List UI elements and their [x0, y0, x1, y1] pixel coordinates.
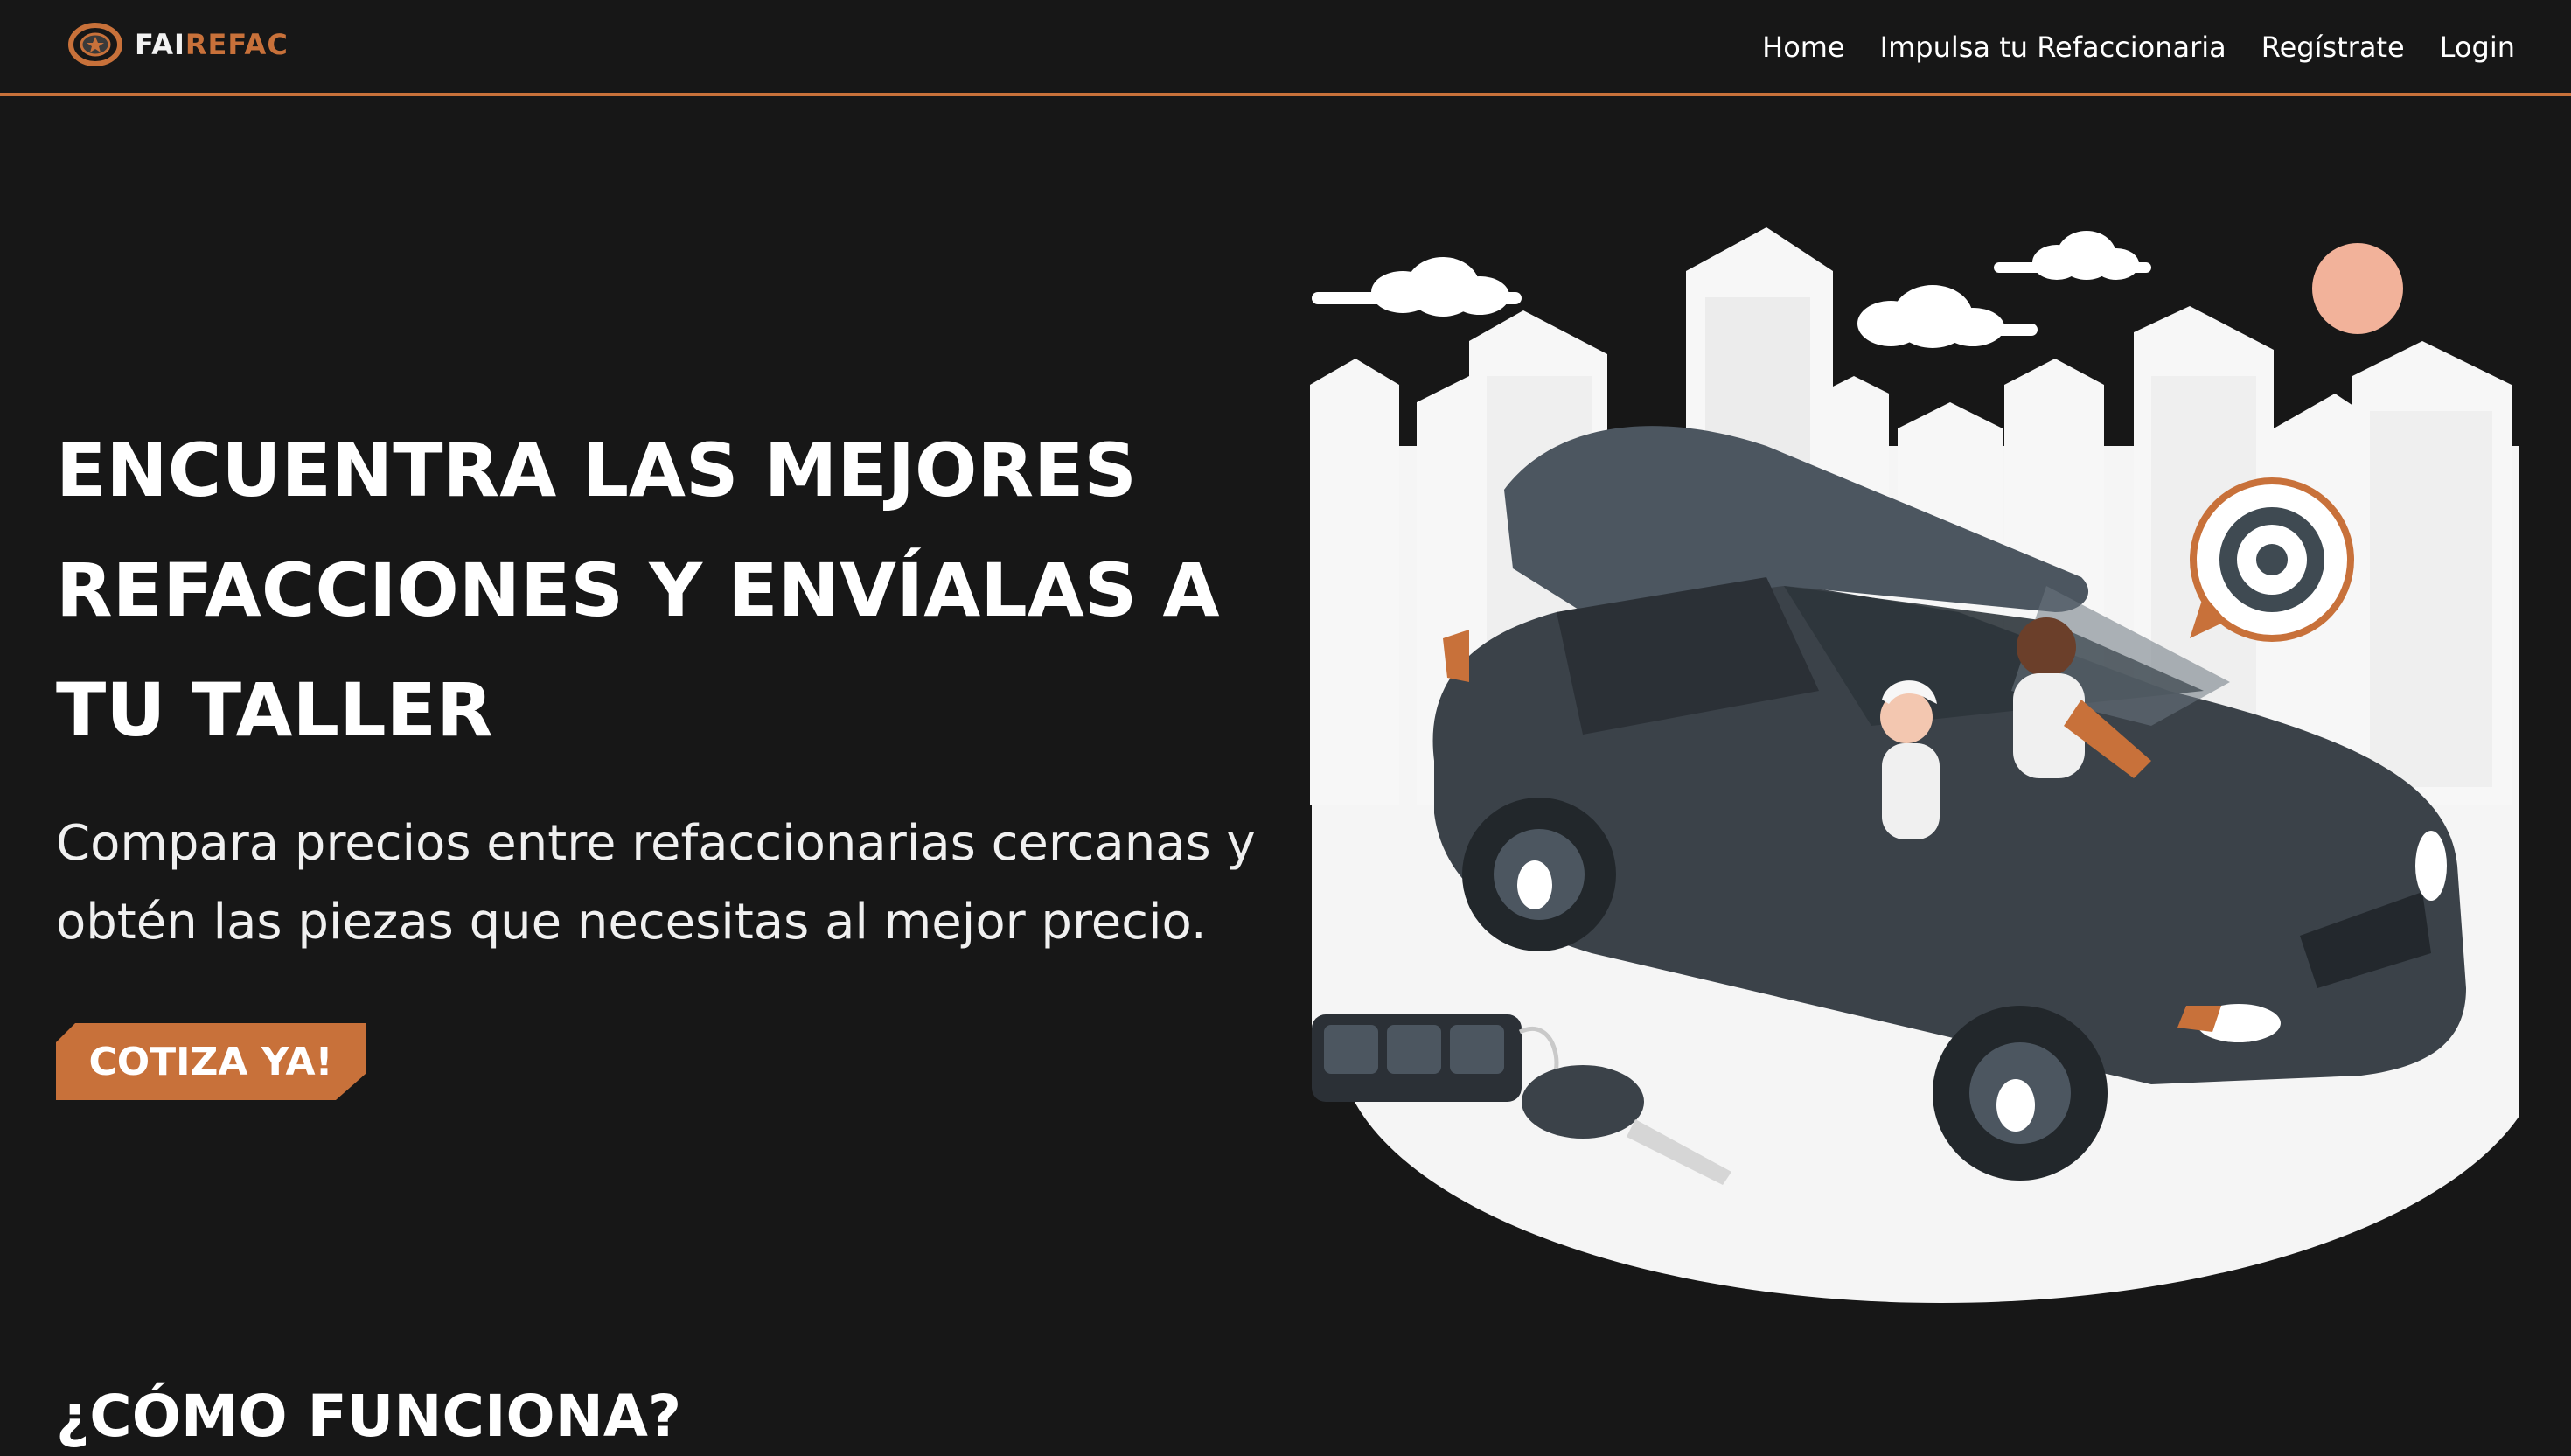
section-title-como-funciona: ¿CÓMO FUNCIONA?	[56, 1383, 682, 1450]
cloud-icon	[1857, 285, 2038, 348]
hero-title: ENCUENTRA LAS MEJORES REFACCIONES Y ENVÍ…	[56, 428, 1220, 753]
nav-home[interactable]: Home	[1762, 26, 1845, 68]
tire-logo-icon	[68, 23, 122, 66]
steering-wheel-bubble-icon	[2190, 477, 2354, 642]
brand-name: FAIREFAC	[135, 28, 289, 61]
brand-logo[interactable]: FAIREFAC	[68, 23, 289, 66]
nav-impulsa-refaccionaria[interactable]: Impulsa tu Refaccionaria	[1880, 26, 2226, 68]
car-illustration	[1310, 227, 2519, 1303]
nav-registrate[interactable]: Regístrate	[2261, 26, 2405, 68]
top-navbar: FAIREFAC Home Impulsa tu Refaccionaria R…	[0, 0, 2571, 96]
cloud-icon	[1994, 231, 2151, 280]
main-nav: Home Impulsa tu Refaccionaria Regístrate…	[1762, 26, 2515, 68]
cloud-icon	[1312, 257, 1522, 317]
cotiza-ya-button[interactable]: COTIZA YA!	[56, 1023, 366, 1100]
nav-login[interactable]: Login	[2440, 26, 2515, 68]
hero-subtitle: Compara precios entre refaccionarias cer…	[56, 815, 1256, 951]
sun-icon	[2312, 243, 2403, 334]
